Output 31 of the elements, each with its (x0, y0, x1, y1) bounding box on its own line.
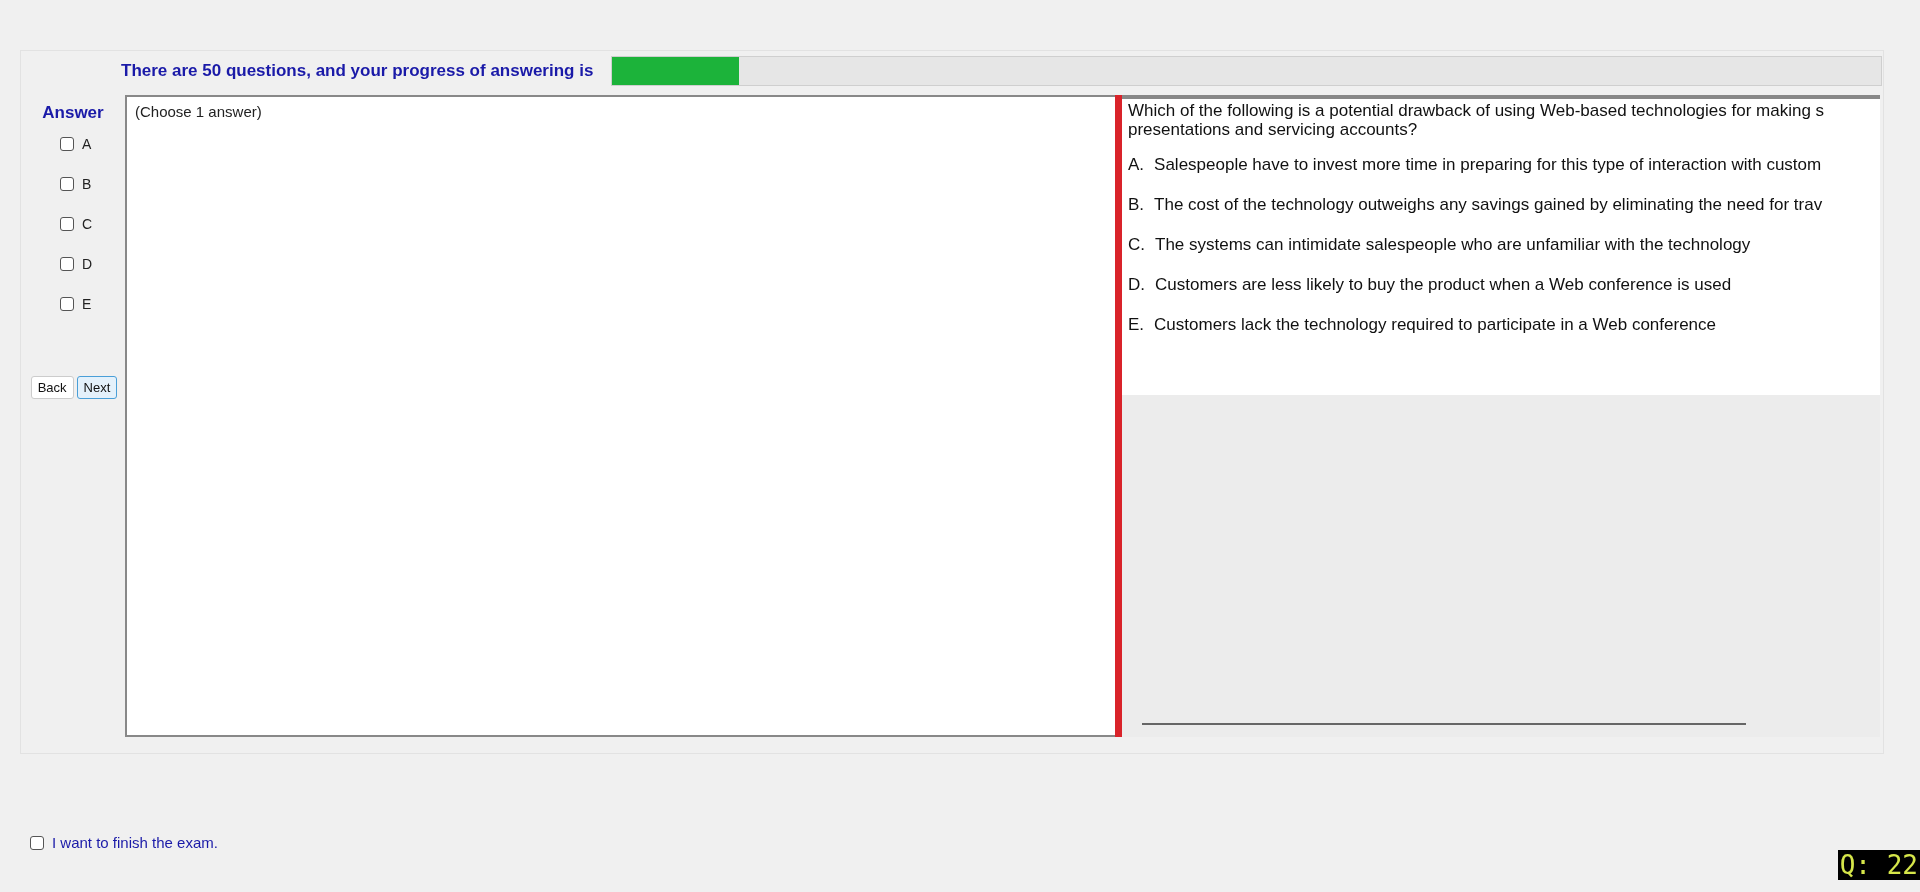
answer-checkbox[interactable] (59, 216, 74, 231)
choice-text: The cost of the technology outweighs any savings gained by eliminating the need for trav (1154, 195, 1823, 215)
choice-text: Customers lack the technology required to participate in a Web conference (1154, 315, 1716, 335)
nav-button[interactable]: Back (30, 376, 74, 399)
progress-label: There are 50 questions, and your progress of answering is (121, 61, 594, 81)
finish-label: I want to finish the exam. (52, 834, 218, 851)
option-label: B (81, 175, 92, 192)
choice-letter: E. (1128, 315, 1145, 335)
choice-letter: B. (1128, 195, 1145, 215)
nav-button[interactable]: Next (76, 376, 118, 399)
choice-text: Customers are less likely to buy the product when a Web conference is used (1155, 275, 1732, 295)
option-label: C (81, 215, 93, 232)
question-text-line: presentations and servicing accounts? (1128, 120, 1419, 139)
choice-letter: D. (1128, 275, 1145, 295)
choice-letter: A. (1128, 155, 1145, 175)
answer-hint: (Choose 1 answer) (135, 103, 262, 120)
answer-checkbox[interactable] (59, 256, 74, 271)
choice-letter: C. (1128, 235, 1145, 255)
answer-checkbox[interactable] (59, 176, 74, 191)
choice-text: Salespeople have to invest more time in preparing for this type of interaction with custom (1154, 155, 1822, 175)
finish-checkbox[interactable] (30, 835, 44, 850)
answer-text-area[interactable]: (Choose 1 answer) (125, 95, 1115, 737)
question-number: Q: 22 (1837, 850, 1920, 880)
answer-checkbox[interactable] (59, 296, 74, 311)
option-label: D (81, 255, 93, 272)
answer-heading: Answer (42, 103, 104, 123)
option-label: E (81, 295, 92, 312)
question-text-line: Which of the following is a potential drawback of using Web-based technologies for making s (1128, 101, 1826, 120)
option-label: A (81, 135, 92, 152)
choice-text: The systems can intimidate salespeople who are unfamiliar with the technology (1155, 235, 1751, 255)
answer-checkbox[interactable] (59, 136, 74, 151)
